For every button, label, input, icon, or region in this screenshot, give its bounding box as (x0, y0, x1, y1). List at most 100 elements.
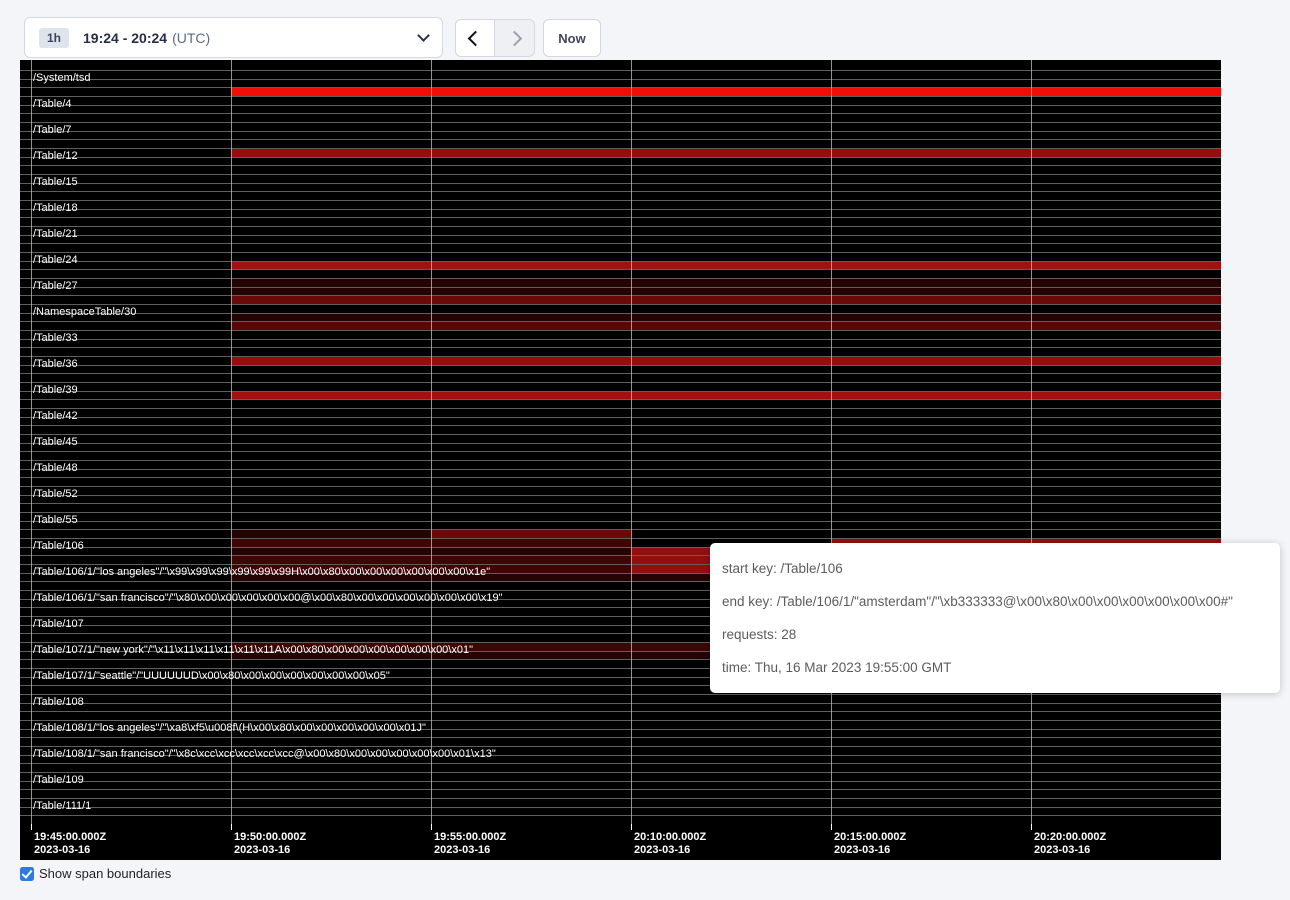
heatmap-cell[interactable] (231, 816, 431, 824)
heatmap-cell[interactable] (31, 348, 231, 356)
heatmap-cell[interactable] (1031, 444, 1221, 451)
heatmap-row[interactable] (20, 781, 1221, 789)
heatmap-cell[interactable] (431, 548, 631, 555)
heatmap-cell[interactable] (431, 201, 631, 209)
heatmap-cell[interactable] (431, 426, 631, 434)
heatmap-cell[interactable] (431, 357, 631, 365)
heatmap-cell[interactable] (431, 686, 631, 694)
heatmap-cell[interactable] (631, 409, 831, 417)
heatmap-cell[interactable] (431, 470, 631, 477)
heatmap-cell[interactable] (831, 279, 1031, 287)
heatmap-cell[interactable] (1031, 782, 1221, 789)
heatmap-cell[interactable] (831, 201, 1031, 209)
heatmap-cell[interactable] (831, 80, 1031, 87)
heatmap-cell[interactable] (20, 565, 31, 573)
heatmap-cell[interactable] (831, 704, 1031, 711)
heatmap-cell[interactable] (231, 123, 431, 131)
heatmap-cell[interactable] (20, 383, 31, 391)
heatmap-cell[interactable] (831, 158, 1031, 165)
heatmap-row[interactable] (20, 269, 1221, 278)
heatmap-cell[interactable] (231, 426, 431, 434)
heatmap-cell[interactable] (831, 747, 1031, 755)
heatmap-row[interactable] (20, 330, 1221, 339)
heatmap-cell[interactable] (1031, 279, 1221, 287)
heatmap-row[interactable] (20, 434, 1221, 443)
heatmap-cell[interactable] (20, 556, 31, 564)
heatmap-cell[interactable] (231, 60, 431, 70)
heatmap-cell[interactable] (631, 322, 831, 330)
heatmap-cell[interactable] (20, 426, 31, 434)
heatmap-row[interactable] (20, 79, 1221, 87)
heatmap-cell[interactable] (1031, 712, 1221, 720)
heatmap-cell[interactable] (431, 71, 631, 79)
heatmap-cell[interactable] (1031, 88, 1221, 96)
heatmap-cell[interactable] (431, 210, 631, 217)
heatmap-cell[interactable] (431, 530, 631, 538)
heatmap-cell[interactable] (231, 305, 431, 313)
heatmap-cell[interactable] (831, 409, 1031, 417)
heatmap-cell[interactable] (831, 296, 1031, 304)
heatmap-cell[interactable] (831, 530, 1031, 538)
heatmap-cell[interactable] (431, 140, 631, 148)
heatmap-cell[interactable] (20, 400, 31, 408)
heatmap-cell[interactable] (20, 71, 31, 79)
heatmap-cell[interactable] (231, 582, 431, 590)
heatmap-cell[interactable] (231, 253, 431, 261)
heatmap-cell[interactable] (231, 357, 431, 365)
heatmap-cell[interactable] (431, 244, 631, 252)
heatmap-cell[interactable] (831, 504, 1031, 512)
heatmap-cell[interactable] (20, 218, 31, 226)
heatmap-cell[interactable] (431, 721, 631, 729)
heatmap-cell[interactable] (831, 305, 1031, 313)
heatmap-cell[interactable] (1031, 409, 1221, 417)
heatmap-row[interactable] (20, 451, 1221, 460)
heatmap-cell[interactable] (20, 340, 31, 347)
heatmap-cell[interactable] (831, 114, 1031, 122)
heatmap-cell[interactable] (831, 799, 1031, 807)
heatmap-row[interactable] (20, 165, 1221, 174)
heatmap-cell[interactable] (231, 556, 431, 564)
heatmap-cell[interactable] (231, 496, 431, 503)
heatmap-row[interactable] (20, 226, 1221, 235)
heatmap-cell[interactable] (31, 712, 231, 720)
heatmap-cell[interactable] (631, 400, 831, 408)
heatmap-cell[interactable] (831, 236, 1031, 243)
heatmap-cell[interactable] (631, 773, 831, 781)
heatmap-cell[interactable] (231, 331, 431, 339)
heatmap-cell[interactable] (31, 140, 231, 148)
heatmap-cell[interactable] (431, 296, 631, 304)
heatmap-cell[interactable] (631, 478, 831, 486)
heatmap-row[interactable] (20, 209, 1221, 217)
heatmap-cell[interactable] (20, 660, 31, 668)
heatmap-cell[interactable] (831, 288, 1031, 295)
heatmap-cell[interactable] (20, 496, 31, 503)
heatmap-cell[interactable] (631, 236, 831, 243)
heatmap-cell[interactable] (231, 470, 431, 477)
heatmap-cell[interactable] (231, 132, 431, 139)
heatmap-rows[interactable]: /System/tsd/Table/4/Table/7/Table/12/Tab… (20, 60, 1221, 824)
heatmap-cell[interactable] (431, 435, 631, 443)
heatmap-cell[interactable] (431, 782, 631, 789)
heatmap-cell[interactable] (631, 71, 831, 79)
heatmap-cell[interactable] (431, 175, 631, 183)
heatmap-cell[interactable] (231, 617, 431, 625)
heatmap-cell[interactable] (1031, 764, 1221, 772)
heatmap-cell[interactable] (231, 712, 431, 720)
heatmap-cell[interactable] (431, 80, 631, 87)
heatmap-cell[interactable] (631, 296, 831, 304)
heatmap-cell[interactable] (20, 88, 31, 96)
heatmap-cell[interactable] (831, 712, 1031, 720)
heatmap-cell[interactable] (631, 452, 831, 460)
heatmap-cell[interactable] (831, 331, 1031, 339)
heatmap-cell[interactable] (631, 461, 831, 469)
heatmap-row[interactable] (20, 60, 1221, 70)
heatmap-cell[interactable] (20, 201, 31, 209)
heatmap-row[interactable] (20, 469, 1221, 477)
heatmap-cell[interactable] (831, 192, 1031, 200)
heatmap-cell[interactable] (31, 166, 231, 174)
heatmap-cell[interactable] (431, 582, 631, 590)
heatmap-row[interactable] (20, 365, 1221, 373)
heatmap-cell[interactable] (20, 799, 31, 807)
heatmap-cell[interactable] (1031, 236, 1221, 243)
heatmap-cell[interactable] (831, 166, 1031, 174)
